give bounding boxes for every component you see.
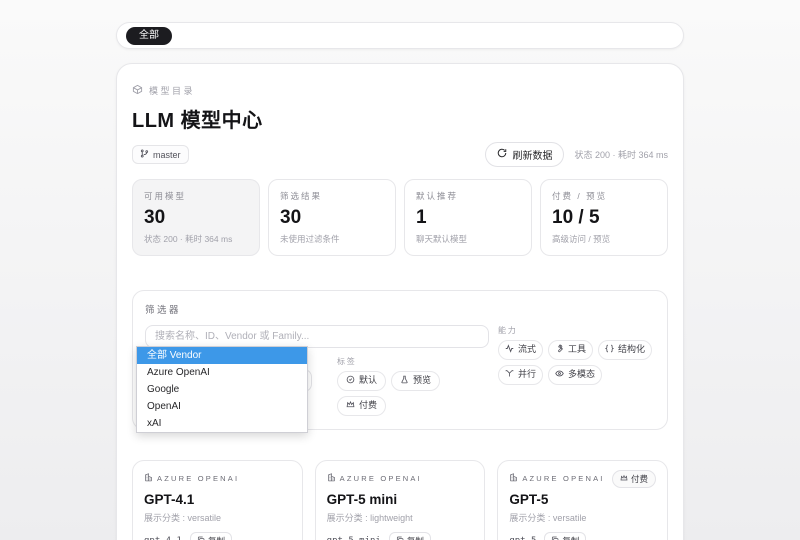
- cap-chip-label: 工具: [568, 345, 586, 355]
- cap-chip-multimodal[interactable]: 多模态: [548, 365, 602, 385]
- capabilities-label: 能力: [498, 325, 655, 336]
- tag-chip-preview[interactable]: 预览: [391, 371, 440, 391]
- model-card-gpt-4-1[interactable]: AZURE OPENAI GPT-4.1 展示分类 : versatile gp…: [132, 460, 303, 540]
- git-branch-icon: [140, 149, 149, 160]
- circle-check-icon: [346, 375, 355, 387]
- branch-badge: master: [132, 145, 189, 164]
- model-title: GPT-5 mini: [327, 492, 474, 507]
- model-title: GPT-5: [509, 492, 656, 507]
- vendor-option-openai[interactable]: OpenAI: [137, 398, 307, 415]
- vendor-option-azure-openai[interactable]: Azure OpenAI: [137, 364, 307, 381]
- model-vendor-label: AZURE OPENAI: [340, 474, 422, 483]
- vendor-option-xai[interactable]: xAI: [137, 415, 307, 432]
- copy-icon: [551, 536, 559, 540]
- stat-sub: 未使用过滤条件: [280, 233, 384, 245]
- refresh-label: 刷新数据: [512, 147, 552, 162]
- braces-icon: [605, 344, 614, 356]
- vendor-option-google[interactable]: Google: [137, 381, 307, 398]
- model-category: 展示分类 : versatile: [509, 511, 656, 524]
- paid-badge-label: 付费: [631, 473, 648, 485]
- cap-chip-label: 流式: [518, 345, 536, 355]
- filter-all-pill[interactable]: 全部: [126, 27, 172, 45]
- stat-sub: 聊天默认模型: [416, 233, 520, 245]
- cap-chip-tools[interactable]: 工具: [548, 340, 593, 360]
- copy-button[interactable]: 复制: [190, 532, 232, 540]
- status-text: 状态 200 · 耗时 364 ms: [574, 148, 668, 161]
- cap-chip-parallel[interactable]: 并行: [498, 365, 543, 385]
- model-card-gpt-5-mini[interactable]: AZURE OPENAI GPT-5 mini 展示分类 : lightweig…: [315, 460, 486, 540]
- stat-value: 10 / 5: [552, 207, 656, 229]
- building-icon: [327, 473, 336, 484]
- model-id-text: gpt-5-mini: [327, 536, 381, 540]
- tag-chip-label: 付费: [359, 401, 377, 411]
- stat-label: 可用模型: [144, 190, 248, 202]
- cap-chip-label: 并行: [518, 370, 536, 380]
- tag-chip-label: 预览: [413, 376, 431, 386]
- model-category: 展示分类 : versatile: [144, 511, 291, 524]
- copy-button[interactable]: 复制: [544, 532, 586, 540]
- crown-icon: [346, 400, 355, 412]
- tag-chip-label: 默认: [359, 376, 377, 386]
- tag-chip-paid[interactable]: 付费: [337, 396, 386, 416]
- catalog-label: 模型目录: [149, 84, 195, 97]
- split-arrows-icon: [505, 369, 514, 381]
- model-title: GPT-4.1: [144, 492, 291, 507]
- tags-filter: 标签 默认: [337, 356, 489, 416]
- stat-label: 默认推荐: [416, 190, 520, 202]
- tag-chip-default[interactable]: 默认: [337, 371, 386, 391]
- paid-badge: 付费: [612, 470, 656, 488]
- package-icon: [132, 84, 143, 97]
- top-filter-bar: 全部: [116, 22, 684, 49]
- copy-icon: [197, 536, 205, 540]
- wrench-icon: [555, 344, 564, 356]
- stat-sub: 状态 200 · 耗时 364 ms: [144, 233, 248, 245]
- branch-name: master: [153, 150, 181, 160]
- page-title: LLM 模型中心: [132, 104, 668, 133]
- building-icon: [144, 473, 153, 484]
- tags-label: 标签: [337, 356, 489, 367]
- copy-label: 复制: [562, 535, 579, 540]
- stat-card-available: 可用模型 30 状态 200 · 耗时 364 ms: [132, 179, 260, 256]
- model-hub-panel: 模型目录 LLM 模型中心 master 刷新数据 状态 200 · 耗时 36…: [116, 63, 684, 540]
- model-vendor-label: AZURE OPENAI: [157, 474, 239, 483]
- refresh-icon: [497, 148, 507, 161]
- copy-label: 复制: [208, 535, 225, 540]
- model-card-gpt-5[interactable]: AZURE OPENAI 付费 GPT-5 展示分类 : versatile g…: [497, 460, 668, 540]
- cap-chip-label: 多模态: [568, 370, 595, 380]
- copy-button[interactable]: 复制: [389, 532, 431, 540]
- copy-icon: [396, 536, 404, 540]
- model-id-text: gpt-5: [509, 536, 536, 540]
- capabilities-filter: 能力 流式 工具: [498, 325, 655, 416]
- filter-title: 筛选器: [145, 302, 655, 316]
- stat-card-filtered: 筛选结果 30 未使用过滤条件: [268, 179, 396, 256]
- building-icon: [509, 473, 518, 484]
- vendor-dropdown-list: 全部 Vendor Azure OpenAI Google OpenAI xAI: [136, 346, 308, 433]
- stat-card-paid-preview: 付费 / 预览 10 / 5 高级访问 / 预览: [540, 179, 668, 256]
- cap-chip-streaming[interactable]: 流式: [498, 340, 543, 360]
- stat-label: 筛选结果: [280, 190, 384, 202]
- stat-card-default: 默认推荐 1 聊天默认模型: [404, 179, 532, 256]
- stat-value: 1: [416, 207, 520, 229]
- crown-icon: [620, 474, 628, 484]
- activity-icon: [505, 344, 514, 356]
- stat-label: 付费 / 预览: [552, 190, 656, 202]
- flask-icon: [400, 375, 409, 387]
- search-input[interactable]: [145, 325, 489, 348]
- model-card-grid: AZURE OPENAI GPT-4.1 展示分类 : versatile gp…: [132, 460, 668, 540]
- stat-value: 30: [144, 207, 248, 229]
- vendor-option-all[interactable]: 全部 Vendor: [137, 347, 307, 364]
- catalog-label-row: 模型目录: [132, 84, 668, 97]
- model-category: 展示分类 : lightweight: [327, 511, 474, 524]
- model-id-text: gpt-4.1: [144, 536, 182, 540]
- eye-icon: [555, 369, 564, 381]
- copy-label: 复制: [407, 535, 424, 540]
- stat-sub: 高级访问 / 预览: [552, 233, 656, 245]
- stats-row: 可用模型 30 状态 200 · 耗时 364 ms 筛选结果 30 未使用过滤…: [132, 179, 668, 256]
- cap-chip-label: 结构化: [618, 345, 645, 355]
- model-vendor-label: AZURE OPENAI: [522, 474, 604, 483]
- refresh-button[interactable]: 刷新数据: [485, 142, 564, 167]
- cap-chip-structured[interactable]: 结构化: [598, 340, 652, 360]
- stat-value: 30: [280, 207, 384, 229]
